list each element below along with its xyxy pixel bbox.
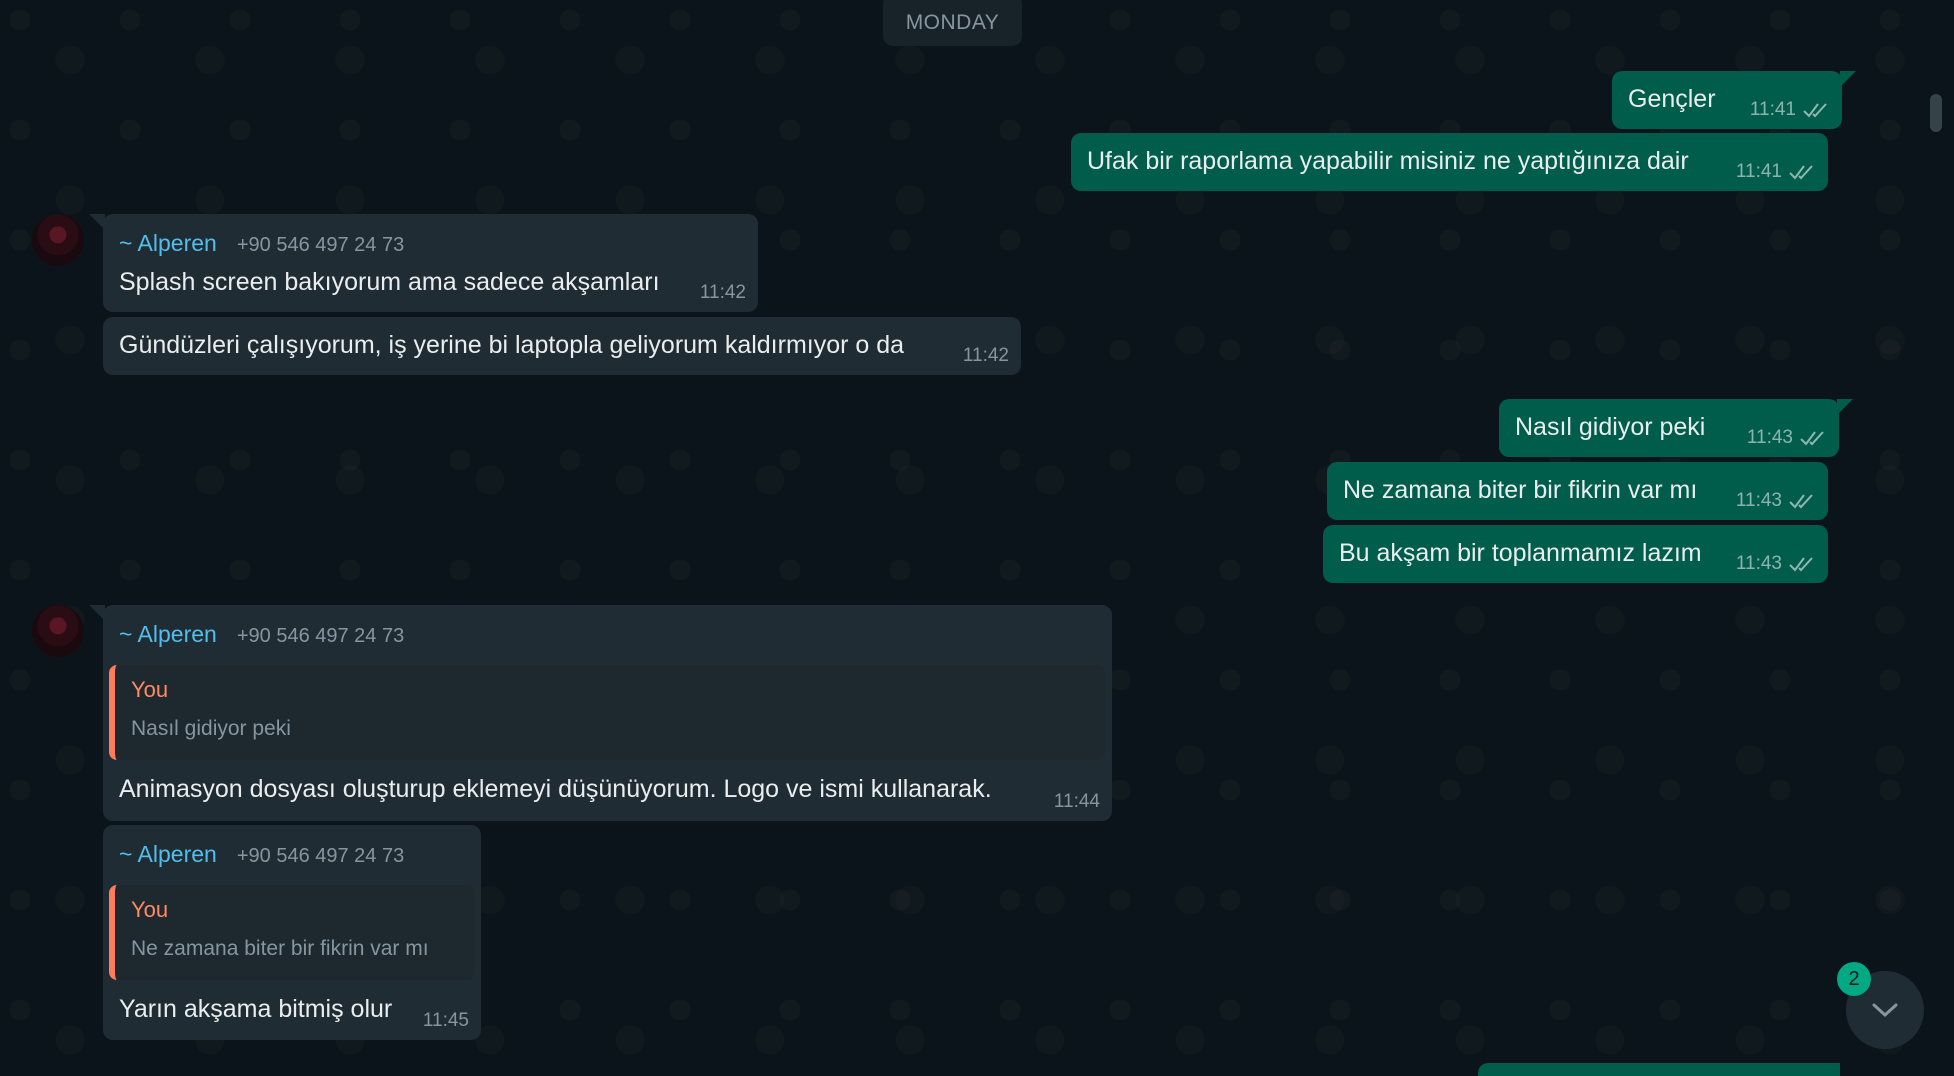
message-text: Nasıl gidiyor peki (1515, 413, 1706, 441)
quote-text: Nasıl gidiyor peki (131, 717, 291, 740)
message-text: Animasyon dosyası oluşturup eklemeyi düş… (119, 775, 992, 803)
sender-name[interactable]: ~ Alperen (119, 230, 217, 257)
quote-author: You (131, 677, 169, 702)
chevron-down-icon (1872, 1003, 1898, 1017)
message-meta: 11:42 (963, 345, 1009, 367)
double-check-icon (1789, 494, 1813, 509)
scrollbar-thumb[interactable] (1930, 94, 1942, 132)
message-text: Gençler (1628, 85, 1716, 113)
sender-phone: +90 546 497 24 73 (236, 625, 405, 647)
message-meta: 11:45 (423, 1010, 469, 1032)
message-text: Ne zamana biter bir fikrin var mı (1343, 476, 1698, 504)
outgoing-message[interactable]: Ufak bir raporlama yapabilir misiniz ne … (1071, 133, 1828, 191)
sender-phone: +90 546 497 24 73 (236, 845, 405, 867)
quote-author: You (131, 897, 169, 922)
quote-text: Ne zamana biter bir fikrin var mı (131, 937, 429, 960)
message-meta: 11:41 (1736, 161, 1816, 183)
message-time: 11:43 (1746, 427, 1793, 448)
message-text: Yarın akşama bitmiş olur (119, 995, 393, 1023)
message-time: 11:43 (1735, 553, 1782, 574)
sender-info: ~ Alperen +90 546 497 24 73 (119, 230, 404, 257)
incoming-message[interactable]: ~ Alperen +90 546 497 24 73 You Nasıl gi… (89, 605, 1112, 821)
double-check-icon (1789, 165, 1813, 180)
message-time: 11:43 (1735, 490, 1782, 511)
outgoing-message[interactable]: Gençler 11:41 (1612, 71, 1856, 129)
unread-count-badge: 2 (1837, 962, 1871, 996)
chat-panel: MONDAY Gençler 11:41 Ufak bir raporlama … (0, 0, 1954, 1076)
message-time: 11:41 (1749, 99, 1796, 120)
sender-info: ~ Alperen +90 546 497 24 73 (119, 841, 404, 868)
message-meta: 11:41 (1750, 99, 1830, 121)
double-check-icon (1803, 103, 1827, 118)
sender-phone: +90 546 497 24 73 (236, 234, 405, 256)
quoted-message[interactable]: You Nasıl gidiyor peki (109, 665, 1105, 760)
sender-name[interactable]: ~ Alperen (119, 621, 217, 648)
incoming-message[interactable]: ~ Alperen +90 546 497 24 73 Splash scree… (89, 214, 758, 312)
outgoing-message[interactable]: Nasıl gidiyor peki 11:43 (1499, 399, 1853, 457)
sender-info: ~ Alperen +90 546 497 24 73 (119, 621, 404, 648)
message-text: Splash screen bakıyorum ama sadece akşam… (119, 268, 660, 296)
message-time: 11:45 (422, 1010, 469, 1031)
outgoing-message[interactable]: Bu akşam bir toplanmamız lazım 11:43 (1323, 525, 1828, 583)
message-meta: 11:44 (1054, 791, 1100, 813)
message-time: 11:42 (699, 282, 746, 303)
message-text: Ufak bir raporlama yapabilir misiniz ne … (1087, 147, 1689, 175)
message-meta: 11:43 (1747, 427, 1827, 449)
message-time: 11:41 (1735, 161, 1782, 182)
sender-name[interactable]: ~ Alperen (119, 841, 217, 868)
quoted-message[interactable]: You Ne zamana biter bir fikrin var mı (109, 885, 475, 980)
avatar[interactable] (32, 214, 84, 266)
outgoing-message[interactable] (1478, 1063, 1840, 1076)
incoming-message[interactable]: ~ Alperen +90 546 497 24 73 You Ne zaman… (103, 825, 481, 1040)
message-time: 11:44 (1053, 791, 1100, 812)
message-text: Gündüzleri çalışıyorum, iş yerine bi lap… (119, 331, 905, 359)
incoming-message[interactable]: Gündüzleri çalışıyorum, iş yerine bi lap… (103, 317, 1021, 375)
message-meta: 11:43 (1736, 553, 1816, 575)
date-separator: MONDAY (883, 0, 1022, 46)
message-time: 11:42 (962, 345, 1009, 366)
message-meta: 11:42 (700, 282, 746, 304)
message-text: Bu akşam bir toplanmamız lazım (1339, 539, 1702, 567)
message-meta: 11:43 (1736, 490, 1816, 512)
double-check-icon (1789, 557, 1813, 572)
outgoing-message[interactable]: Ne zamana biter bir fikrin var mı 11:43 (1327, 462, 1828, 520)
double-check-icon (1800, 431, 1824, 446)
avatar[interactable] (32, 605, 84, 657)
